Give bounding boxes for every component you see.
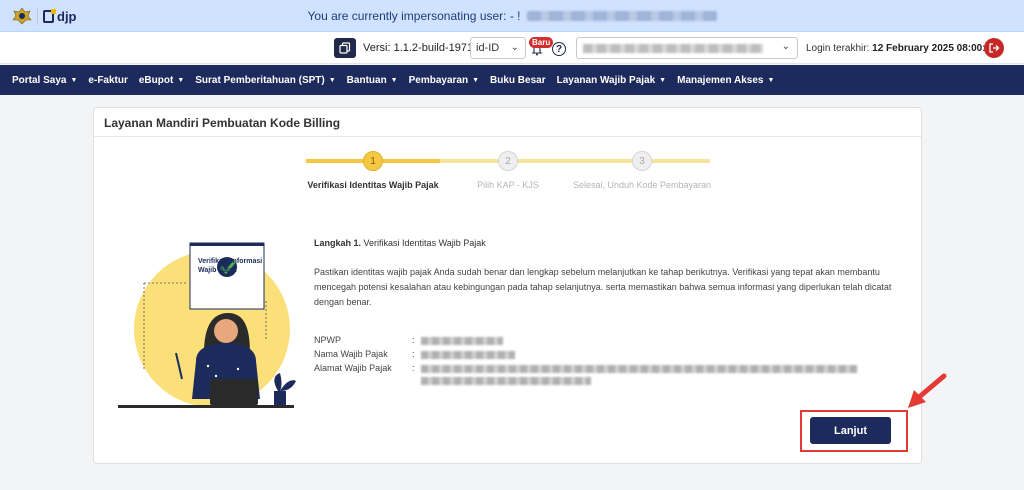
nav-label: eBupot (138, 74, 174, 86)
nav-label: Bantuan (346, 74, 387, 86)
taxpayer-address-colon: : (412, 363, 415, 373)
chevron-down-icon: ⌄ (781, 41, 790, 52)
step-description: Pastikan identitas wajib pajak Anda suda… (314, 267, 892, 307)
step-3-indicator: 3 (632, 151, 652, 171)
caret-down-icon: ▼ (659, 76, 667, 84)
copy-button[interactable] (334, 38, 356, 58)
new-badge: Baru (529, 37, 554, 48)
step-heading-text: Verifikasi Identitas Wajib Pajak (363, 238, 486, 248)
djp-logo-icon[interactable]: djp (43, 9, 77, 24)
account-redacted (583, 44, 763, 53)
step-heading-label: Langkah 1. (314, 238, 362, 248)
nav-label: Portal Saya (12, 74, 67, 86)
impersonated-user-redacted (526, 10, 717, 21)
logout-icon (989, 43, 1000, 53)
step-number: 3 (639, 155, 645, 167)
taxpayer-address-redacted-line2 (421, 377, 591, 385)
step-1-label: Verifikasi Identitas Wajib Pajak (307, 180, 439, 190)
caret-down-icon: ▼ (390, 76, 398, 84)
nav-manajemen-akses[interactable]: Manajemen Akses ▼ (677, 75, 774, 86)
illustration-title: Verifikasi Informasi Wajib Pajak (198, 258, 263, 274)
nav-portal-saya[interactable]: Portal Saya ▼ (12, 75, 77, 86)
nav-label: Manajemen Akses (677, 74, 764, 86)
billing-card: Layanan Mandiri Pembuatan Kode Billing 1… (93, 107, 922, 464)
step-1-indicator: 1 (363, 151, 383, 171)
logo-text: djp (57, 9, 77, 24)
nav-spt[interactable]: Surat Pemberitahuan (SPT) ▼ (195, 75, 335, 86)
step-2-label: Pilih KAP - KJS (477, 180, 539, 190)
main-nav: Portal Saya ▼ e-Faktur eBupot ▼ Surat Pemb… (0, 65, 1024, 95)
logout-button[interactable] (984, 38, 1004, 58)
impersonation-text: You are currently impersonating user: - … (307, 8, 521, 23)
last-login-label: Login terakhir: (806, 43, 870, 54)
taxpayer-name-label: Nama Wajib Pajak (314, 349, 388, 359)
caret-down-icon: ▼ (70, 76, 78, 84)
copy-icon (339, 42, 351, 54)
caret-down-icon: ▼ (177, 76, 185, 84)
version-value: 1.1.2-build-1971 (393, 42, 474, 54)
nav-label: Surat Pemberitahuan (SPT) (195, 74, 325, 86)
taxpayer-address-label: Alamat Wajib Pajak (314, 363, 392, 373)
step-heading: Langkah 1. Verifikasi Identitas Wajib Pa… (314, 238, 486, 248)
card-divider (94, 136, 921, 137)
nav-layanan-wajib-pajak[interactable]: Layanan Wajib Pajak ▼ (557, 75, 667, 86)
nav-bantuan[interactable]: Bantuan ▼ (347, 75, 398, 86)
caret-down-icon: ▼ (472, 76, 480, 84)
step-number: 2 (505, 155, 511, 167)
card-title: Layanan Mandiri Pembuatan Kode Billing (104, 116, 341, 130)
nav-e-faktur[interactable]: e-Faktur (88, 75, 127, 86)
arrow-icon (908, 373, 947, 408)
npwp-label: NPWP (314, 335, 341, 345)
nav-label: e-Faktur (88, 74, 128, 86)
version-info: Versi: 1.1.2-build-1971 (363, 42, 473, 54)
last-login: Login terakhir: 12 February 2025 08:00:0… (806, 43, 997, 54)
nav-label: Buku Besar (490, 74, 546, 86)
next-button[interactable]: Lanjut (810, 417, 891, 444)
header-divider (37, 7, 38, 25)
npwp-colon: : (412, 335, 415, 345)
last-login-value: 12 February 2025 08:00:05 (872, 43, 997, 54)
chevron-down-icon: ⌄ (510, 42, 519, 53)
help-icon[interactable]: ? (552, 42, 566, 56)
stepper-track (440, 159, 710, 163)
step-2-indicator: 2 (498, 151, 518, 171)
nav-label: Layanan Wajib Pajak (556, 74, 656, 86)
taxpayer-address-redacted (421, 365, 857, 373)
nav-pembayaran[interactable]: Pembayaran ▼ (409, 75, 479, 86)
language-select[interactable]: id-ID ⌄ (470, 37, 526, 59)
nav-label: Pembayaran (408, 74, 469, 86)
taxpayer-name-redacted (421, 351, 515, 359)
taxpayer-name-colon: : (412, 349, 415, 359)
npwp-value-redacted (421, 337, 503, 345)
caret-down-icon: ▼ (328, 76, 336, 84)
step-3-label: Selesai, Unduh Kode Pembayaran (572, 180, 712, 190)
kemenkeu-emblem-icon (12, 7, 32, 25)
nav-ebupot[interactable]: eBupot ▼ (139, 75, 184, 86)
account-select[interactable]: ⌄ (576, 37, 798, 59)
step-number: 1 (370, 155, 376, 167)
version-label: Versi: (363, 42, 391, 54)
language-value: id-ID (476, 42, 500, 54)
nav-buku-besar[interactable]: Buku Besar (490, 75, 546, 86)
impersonation-banner: You are currently impersonating user: - … (0, 0, 1024, 32)
caret-down-icon: ▼ (767, 76, 775, 84)
